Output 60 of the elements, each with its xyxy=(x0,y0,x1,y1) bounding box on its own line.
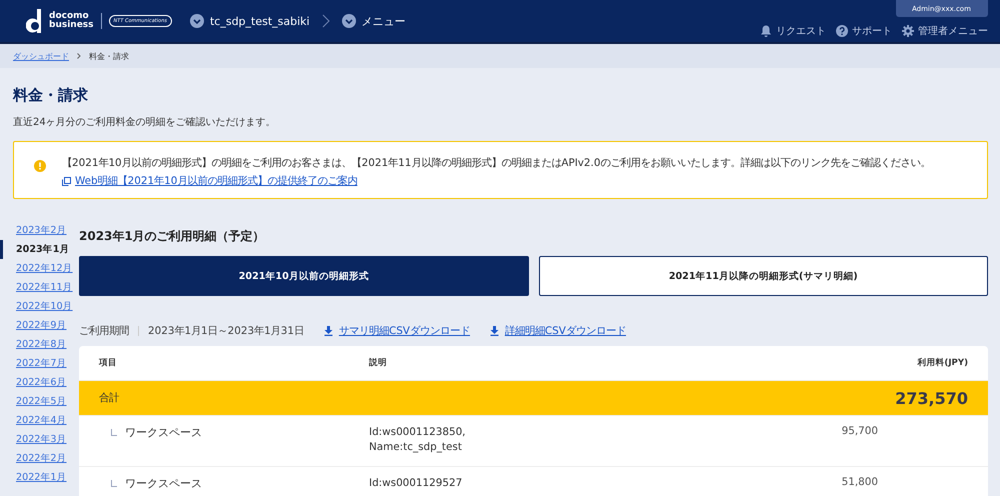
logo-icon xyxy=(26,9,44,33)
column-header: 利用料(JPY) xyxy=(916,357,968,369)
month-link[interactable]: 2022年11月 xyxy=(0,278,73,297)
header-link[interactable]: リクエスト xyxy=(760,24,826,38)
csv-download-link[interactable]: 詳細明細CSVダウンロード xyxy=(490,324,626,338)
chevron-right-icon xyxy=(77,53,81,59)
header-link[interactable]: 管理者メニュー xyxy=(902,24,988,38)
chevron-down-icon xyxy=(190,14,204,28)
chevron-down-icon xyxy=(342,14,356,28)
month-link[interactable]: 2022年7月 xyxy=(0,354,67,373)
settings-icon xyxy=(902,25,914,37)
project-selector[interactable]: tc_sdp_test_sabiki xyxy=(190,14,310,28)
tree-branch-icon xyxy=(111,480,117,487)
breadcrumb-current: 料金・請求 xyxy=(89,50,129,62)
table-cell-text: Id:ws0001129527 xyxy=(369,476,464,491)
period-label: ご利用期間 xyxy=(79,324,129,338)
month-link[interactable]: 2022年9月 xyxy=(0,316,67,335)
period-value: 2023年1月1日～2023年1月31日 xyxy=(148,324,304,338)
brand-name: docomo xyxy=(49,12,89,21)
help-icon xyxy=(836,25,848,37)
page-description: 直近24ヶ月分のご利用料金の明細をご確認いただけます。 xyxy=(13,116,277,129)
page-title: 料金・請求 xyxy=(13,86,89,105)
tree-branch-icon xyxy=(111,429,117,436)
download-icon xyxy=(324,326,333,336)
total-amount: 273,570 xyxy=(894,388,968,408)
month-link[interactable]: 2022年2月 xyxy=(0,449,67,468)
month-link[interactable]: 2022年3月 xyxy=(0,430,67,449)
table-cell-text: 51,800 xyxy=(840,476,879,488)
download-icon xyxy=(490,326,499,336)
brand-name: business xyxy=(49,21,94,30)
csv-download-link[interactable]: サマリ明細CSVダウンロード xyxy=(324,324,470,338)
header-link[interactable]: サポート xyxy=(836,24,892,38)
month-link[interactable]: 2022年4月 xyxy=(0,411,67,430)
table-cell-text: 合計 xyxy=(99,391,120,405)
format-tab[interactable]: 2021年10月以前の明細形式 xyxy=(79,256,528,296)
table-cell: ワークスペース xyxy=(125,476,202,491)
month-link[interactable]: 2022年1月 xyxy=(0,468,67,487)
month-link[interactable]: 2022年12月 xyxy=(0,259,73,278)
table-cell-text: Name:tc_sdp_test xyxy=(369,440,463,455)
chevron-right-icon xyxy=(322,14,330,28)
warning-icon xyxy=(34,160,46,172)
external-link-icon xyxy=(62,176,71,186)
month-link[interactable]: 2023年1月 xyxy=(0,240,70,259)
bell-icon xyxy=(760,25,772,37)
month-link[interactable]: 2022年8月 xyxy=(0,335,67,354)
month-link[interactable]: 2022年5月 xyxy=(0,392,67,411)
table-cell-text: Id:ws0001123850, xyxy=(369,425,466,440)
menu-selector[interactable]: メニュー xyxy=(342,14,406,28)
breadcrumb-link[interactable]: ダッシュボード xyxy=(13,50,69,62)
notice-link[interactable]: Web明細【2021年10月以前の明細形式】の提供終了のご案内 xyxy=(75,174,358,188)
column-header: 項目 xyxy=(99,357,118,369)
table-cell-text: 95,700 xyxy=(840,425,879,437)
notice-text: 【2021年10月以前の明細形式】の明細をご利用のお客さまは、【2021年11月以降の明細形式】の明細またはAPIv2.0のご利用をお願いいたします。詳細は以下のリンク先をご確認ください。 xyxy=(62,156,930,171)
column-header: 説明 xyxy=(369,357,388,369)
month-link[interactable]: 2022年10月 xyxy=(0,297,73,316)
table-cell: ワークスペース xyxy=(125,425,202,440)
month-link[interactable]: 2022年6月 xyxy=(0,373,67,392)
section-title: 2023年1月のご利用明細（予定） xyxy=(79,228,266,245)
month-link[interactable]: 2023年2月 xyxy=(0,221,67,240)
format-tab[interactable]: 2021年11月以降の明細形式(サマリ明細) xyxy=(538,256,988,296)
